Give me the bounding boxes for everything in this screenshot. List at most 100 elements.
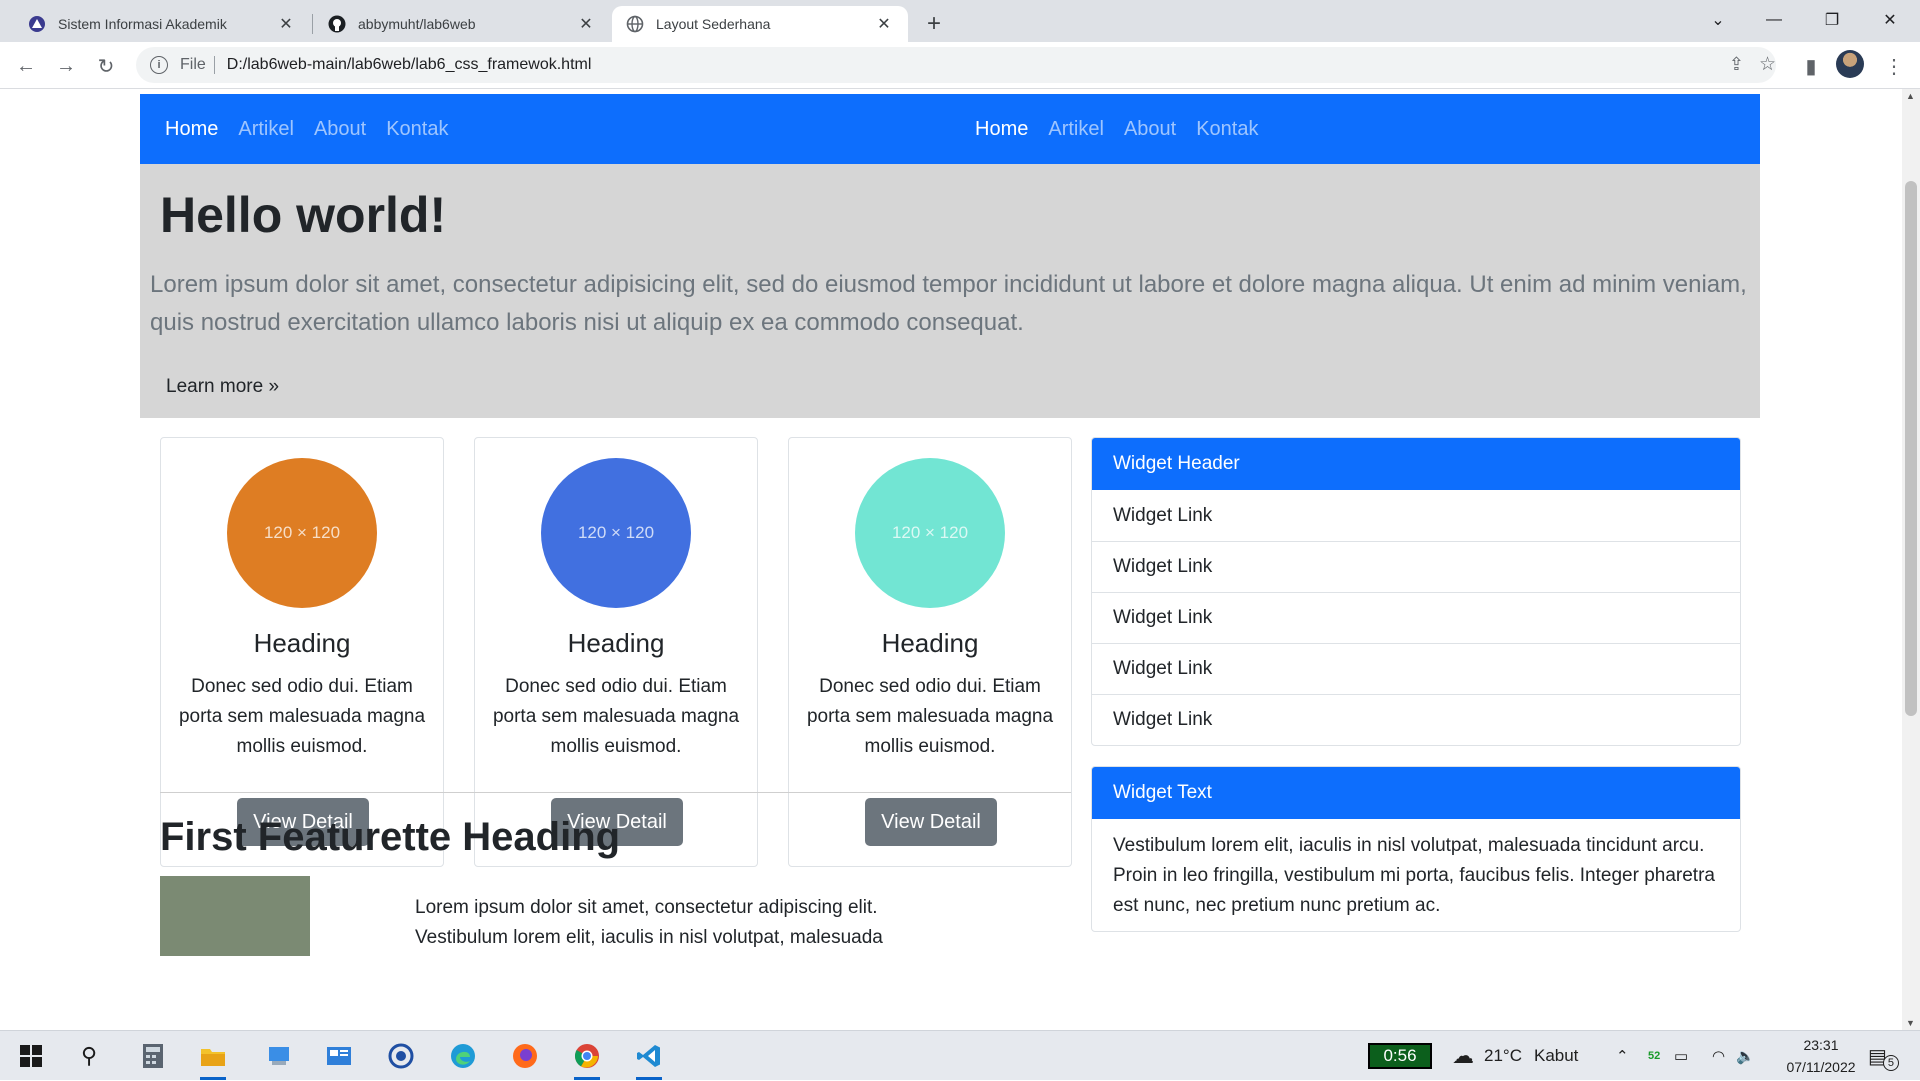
control-panel-icon[interactable] — [322, 1039, 356, 1073]
firefox-icon[interactable] — [508, 1039, 542, 1073]
card-text: Donec sed odio dui. Etiam porta sem male… — [806, 676, 1054, 757]
page-container: Home Artikel About Kontak Home Artikel A… — [140, 94, 1760, 418]
featurette-heading: First Featurette Heading — [160, 815, 621, 859]
feature-card: 120 × 120 Heading Donec sed odio dui. Et… — [474, 437, 758, 867]
divider — [160, 792, 1071, 793]
widget-body-text: Vestibulum lorem elit, iaculis in nisl v… — [1113, 835, 1715, 916]
nav-link-kontak[interactable]: Kontak — [1196, 118, 1258, 141]
nav-link-home[interactable]: Home — [165, 118, 218, 141]
profile-avatar[interactable] — [1836, 50, 1864, 78]
featurette-image — [160, 876, 310, 956]
file-explorer-icon[interactable] — [196, 1039, 230, 1080]
page-viewport: Home Artikel About Kontak Home Artikel A… — [0, 89, 1902, 1030]
view-detail-button[interactable]: View Detail — [865, 798, 997, 846]
widget-link[interactable]: Widget Link — [1092, 592, 1740, 643]
timer-widget[interactable]: 0:56 — [1368, 1043, 1432, 1069]
globe-icon — [626, 15, 644, 33]
scrollbar-thumb[interactable] — [1905, 181, 1917, 716]
browser-toolbar: ← → ↻ i File D:/lab6web-main/lab6web/lab… — [0, 42, 1920, 89]
widget-link[interactable]: Widget Link — [1092, 643, 1740, 694]
clock-date: 07/11/2022 — [1786, 1059, 1856, 1075]
address-bar[interactable]: i File D:/lab6web-main/lab6web/lab6_css_… — [136, 47, 1776, 83]
windows-taskbar: ⚲ 0:56 ☁ 21°C Kabut ⌃ 52 ▭ ◠ 🔈 23:31 07/… — [0, 1030, 1920, 1080]
featurette-text: Lorem ipsum dolor sit amet, consectetur … — [415, 897, 883, 948]
nav-link-artikel[interactable]: Artikel — [1048, 118, 1104, 141]
card-text: Donec sed odio dui. Etiam porta sem male… — [492, 676, 740, 757]
window-close-icon[interactable]: ✕ — [1862, 0, 1918, 40]
university-logo-icon — [28, 15, 46, 33]
windows-start-icon[interactable] — [14, 1039, 48, 1073]
placeholder-image: 120 × 120 — [855, 458, 1005, 608]
tab-layout-sederhana[interactable]: Layout Sederhana ✕ — [612, 6, 908, 42]
show-hidden-icons[interactable]: ⌃ — [1616, 1031, 1629, 1081]
tab-separator — [312, 14, 313, 34]
menu-icon[interactable]: ⋮ — [1878, 50, 1910, 82]
widget-link[interactable]: Widget Link — [1092, 490, 1740, 541]
close-icon[interactable]: ✕ — [576, 14, 596, 34]
placeholder-image: 120 × 120 — [541, 458, 691, 608]
widget-header: Widget Text — [1092, 767, 1740, 819]
address-url: D:/lab6web-main/lab6web/lab6_css_framewo… — [226, 56, 592, 73]
minimize-icon[interactable]: — — [1746, 0, 1802, 40]
edge-icon[interactable] — [446, 1039, 480, 1073]
info-icon[interactable]: i — [150, 56, 168, 74]
tab-search-icon[interactable]: ⌄ — [1690, 0, 1746, 40]
widget-header: Widget Header — [1092, 438, 1740, 490]
system-clock[interactable]: 23:31 07/11/2022 — [1776, 1034, 1866, 1078]
vscode-icon[interactable] — [632, 1039, 666, 1080]
back-icon[interactable]: ← — [10, 50, 42, 82]
scroll-down-icon[interactable]: ▼ — [1906, 1018, 1915, 1028]
clock-time: 23:31 — [1803, 1037, 1839, 1053]
weather-widget[interactable]: ☁ 21°C Kabut — [1452, 1031, 1578, 1081]
new-tab-button[interactable]: + — [918, 8, 950, 40]
volume-icon[interactable]: 🔈 — [1736, 1031, 1755, 1081]
wifi-icon[interactable]: ◠ — [1712, 1031, 1725, 1081]
search-icon[interactable]: ⚲ — [72, 1039, 106, 1073]
notification-center-icon[interactable]: ▤ 5 — [1868, 1031, 1899, 1081]
app-icon[interactable] — [384, 1039, 418, 1073]
nav-link-about[interactable]: About — [314, 118, 366, 141]
nav-left: Home Artikel About Kontak — [165, 94, 468, 164]
widget-links: Widget Header Widget Link Widget Link Wi… — [1091, 437, 1741, 746]
side-panel-icon[interactable]: ▮ — [1795, 50, 1827, 82]
jumbotron: Hello world! Lorem ipsum dolor sit amet,… — [140, 164, 1760, 418]
weather-temp: 21°C — [1484, 1046, 1522, 1065]
nav-link-home[interactable]: Home — [975, 118, 1028, 141]
close-icon[interactable]: ✕ — [276, 14, 296, 34]
nav-link-artikel[interactable]: Artikel — [238, 118, 294, 141]
page-scrollbar[interactable]: ▲ ▼ — [1902, 89, 1920, 1030]
browser-tab-strip: Sistem Informasi Akademik ✕ abbymuht/lab… — [0, 0, 1920, 42]
jumbotron-title: Hello world! — [160, 187, 447, 243]
restore-icon[interactable]: ❐ — [1804, 0, 1860, 40]
bookmark-star-icon[interactable]: ☆ — [1759, 53, 1776, 76]
battery-badge: 52 — [1648, 1050, 1661, 1062]
forward-icon[interactable]: → — [50, 50, 82, 82]
chrome-icon[interactable] — [570, 1039, 604, 1080]
widget-link[interactable]: Widget Link — [1092, 541, 1740, 592]
feature-card: 120 × 120 Heading Donec sed odio dui. Et… — [160, 437, 444, 867]
reload-icon[interactable]: ↻ — [90, 50, 122, 82]
widget-link[interactable]: Widget Link — [1092, 694, 1740, 745]
navbar: Home Artikel About Kontak Home Artikel A… — [140, 94, 1760, 164]
card-heading: Heading — [881, 628, 979, 658]
github-icon — [328, 15, 346, 33]
battery-icon[interactable]: ▭ — [1674, 1031, 1688, 1081]
tab-sistem-informasi[interactable]: Sistem Informasi Akademik ✕ — [14, 6, 310, 42]
close-icon[interactable]: ✕ — [874, 14, 894, 34]
scroll-up-icon[interactable]: ▲ — [1906, 91, 1915, 101]
nav-link-about[interactable]: About — [1124, 118, 1176, 141]
notepad-icon[interactable] — [262, 1039, 296, 1073]
address-divider — [213, 56, 215, 74]
share-icon[interactable]: ⇪ — [1729, 54, 1744, 75]
tab-github[interactable]: abbymuht/lab6web ✕ — [314, 6, 610, 42]
learn-more-button[interactable]: Learn more » — [166, 376, 279, 398]
nav-link-kontak[interactable]: Kontak — [386, 118, 448, 141]
weather-condition: Kabut — [1533, 1046, 1579, 1065]
weather-icon: ☁ — [1452, 1043, 1474, 1068]
placeholder-image: 120 × 120 — [227, 458, 377, 608]
card-text: Donec sed odio dui. Etiam porta sem male… — [178, 676, 426, 757]
tab-title: abbymuht/lab6web — [358, 16, 476, 32]
calculator-icon[interactable] — [136, 1039, 170, 1073]
address-scheme: File — [180, 56, 206, 73]
tab-title: Layout Sederhana — [656, 16, 771, 32]
